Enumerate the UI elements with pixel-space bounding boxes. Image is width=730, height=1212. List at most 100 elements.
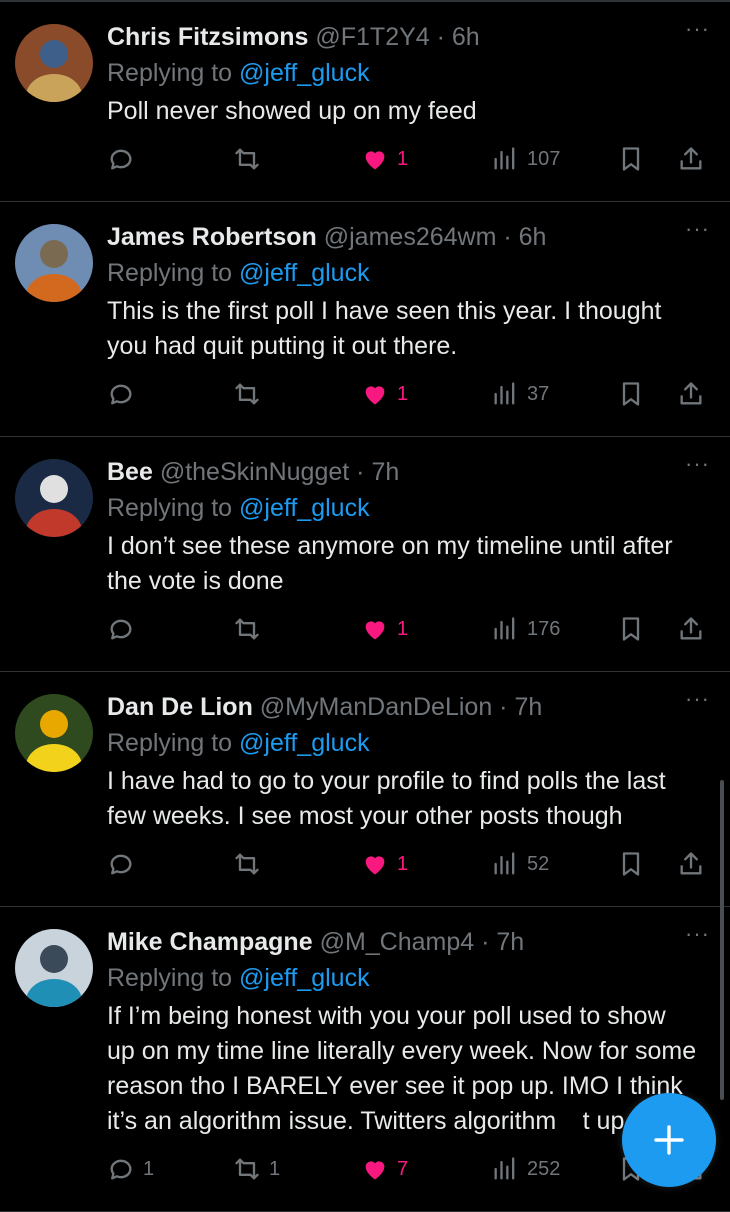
- replying-label: Replying to: [107, 494, 233, 522]
- bookmark-button[interactable]: [617, 380, 645, 408]
- user-handle[interactable]: @M_Champ4: [320, 928, 475, 956]
- replying-to: Replying to @jeff_gluck: [107, 724, 710, 762]
- more-options-icon[interactable]: ···: [685, 453, 710, 475]
- retweet-button[interactable]: [233, 850, 269, 878]
- timestamp[interactable]: 6h: [452, 23, 480, 51]
- more-options-icon[interactable]: ···: [685, 18, 710, 40]
- reply-button[interactable]: [107, 145, 143, 173]
- like-button[interactable]: 1: [361, 850, 408, 878]
- reply-button[interactable]: [107, 380, 143, 408]
- views-button[interactable]: 107: [491, 145, 560, 173]
- view-count: 37: [527, 382, 550, 405]
- share-button[interactable]: [677, 615, 705, 643]
- user-handle[interactable]: @F1T2Y4: [315, 23, 429, 51]
- reply-count: 1: [143, 1157, 155, 1180]
- retweet-icon: [235, 383, 259, 405]
- action-bar: 1 107: [107, 129, 710, 201]
- reply-header: James Robertson @james264wm · 6h: [107, 220, 710, 254]
- separator-dot: ·: [496, 223, 519, 251]
- retweet-button[interactable]: [233, 380, 269, 408]
- more-options-icon[interactable]: ···: [685, 688, 710, 710]
- display-name[interactable]: Mike Champagne: [107, 928, 313, 956]
- like-count: 1: [397, 382, 409, 405]
- like-button[interactable]: 1: [361, 380, 408, 408]
- user-handle[interactable]: @MyManDanDeLion: [260, 693, 492, 721]
- heart-icon: [365, 386, 385, 405]
- views-icon: [494, 382, 515, 405]
- reply-button[interactable]: [107, 615, 143, 643]
- reply-button[interactable]: [107, 850, 143, 878]
- avatar[interactable]: [15, 459, 93, 537]
- views-button[interactable]: 252: [491, 1155, 560, 1183]
- timestamp[interactable]: 7h: [496, 928, 524, 956]
- views-icon: [494, 1157, 515, 1180]
- timestamp[interactable]: 7h: [371, 458, 399, 486]
- share-button[interactable]: [677, 850, 705, 878]
- replying-to: Replying to @jeff_gluck: [107, 959, 710, 997]
- avatar[interactable]: [15, 929, 93, 1007]
- action-bar: 1 176: [107, 599, 710, 671]
- heart-icon: [365, 856, 385, 875]
- share-button[interactable]: [677, 380, 705, 408]
- reply-item[interactable]: ··· James Robertson @james264wm · 6h Rep…: [0, 202, 730, 437]
- bookmark-button[interactable]: [617, 850, 645, 878]
- mention-link[interactable]: @jeff_gluck: [239, 494, 370, 522]
- replying-label: Replying to: [107, 964, 233, 992]
- reply-icon: [110, 1159, 132, 1180]
- separator-dot: ·: [429, 23, 452, 51]
- retweet-button[interactable]: 1: [233, 1155, 280, 1183]
- mention-link[interactable]: @jeff_gluck: [239, 59, 370, 87]
- mention-link[interactable]: @jeff_gluck: [239, 964, 370, 992]
- separator-dot: ·: [349, 458, 372, 486]
- timestamp[interactable]: 7h: [514, 693, 542, 721]
- bookmark-button[interactable]: [617, 615, 645, 643]
- bookmark-icon: [622, 147, 640, 171]
- views-button[interactable]: 52: [491, 850, 549, 878]
- like-button[interactable]: 1: [361, 615, 408, 643]
- like-button[interactable]: 1: [361, 145, 408, 173]
- like-button[interactable]: 7: [361, 1155, 408, 1183]
- display-name[interactable]: Bee: [107, 458, 153, 486]
- reply-text: This is the first poll I have seen this …: [107, 297, 662, 360]
- more-options-icon[interactable]: ···: [685, 218, 710, 240]
- action-bar: 1 37: [107, 364, 710, 436]
- compose-fab[interactable]: [622, 1093, 716, 1187]
- views-icon: [494, 852, 515, 875]
- reply-text: Poll never showed up on my feed: [107, 97, 477, 125]
- action-bar: 1 1 7 252: [107, 1139, 710, 1211]
- retweet-button[interactable]: [233, 615, 269, 643]
- display-name[interactable]: Dan De Lion: [107, 693, 253, 721]
- mention-link[interactable]: @jeff_gluck: [239, 259, 370, 287]
- reply-icon: [110, 149, 132, 170]
- share-icon: [680, 147, 702, 170]
- retweet-button[interactable]: [233, 145, 269, 173]
- user-handle[interactable]: @theSkinNugget: [160, 458, 349, 486]
- bookmark-button[interactable]: [617, 145, 645, 173]
- avatar[interactable]: [15, 24, 93, 102]
- scrollbar[interactable]: [720, 780, 724, 1100]
- reply-item[interactable]: ··· Chris Fitzsimons @F1T2Y4 · 6h Replyi…: [0, 2, 730, 202]
- views-button[interactable]: 37: [491, 380, 549, 408]
- reply-button[interactable]: 1: [107, 1155, 154, 1183]
- display-name[interactable]: James Robertson: [107, 223, 317, 251]
- reply-item[interactable]: ··· Mike Champagne @M_Champ4 · 7h Replyi…: [0, 907, 730, 1212]
- display-name[interactable]: Chris Fitzsimons: [107, 23, 308, 51]
- share-icon: [680, 852, 702, 875]
- replying-to: Replying to @jeff_gluck: [107, 489, 710, 527]
- mention-link[interactable]: @jeff_gluck: [239, 729, 370, 757]
- reply-text: I have had to go to your profile to find…: [107, 767, 666, 830]
- share-button[interactable]: [677, 145, 705, 173]
- reply-header: Dan De Lion @MyManDanDeLion · 7h: [107, 690, 710, 724]
- views-button[interactable]: 176: [491, 615, 560, 643]
- avatar[interactable]: [15, 224, 93, 302]
- timestamp[interactable]: 6h: [519, 223, 547, 251]
- avatar[interactable]: [15, 694, 93, 772]
- reply-item[interactable]: ··· Dan De Lion @MyManDanDeLion · 7h Rep…: [0, 672, 730, 907]
- user-handle[interactable]: @james264wm: [324, 223, 497, 251]
- reply-item[interactable]: ··· Bee @theSkinNugget · 7h Replying to …: [0, 437, 730, 672]
- bookmark-icon: [622, 617, 640, 641]
- bookmark-icon: [622, 852, 640, 876]
- more-options-icon[interactable]: ···: [685, 923, 710, 945]
- reply-header: Mike Champagne @M_Champ4 · 7h: [107, 925, 710, 959]
- retweet-icon: [235, 618, 259, 640]
